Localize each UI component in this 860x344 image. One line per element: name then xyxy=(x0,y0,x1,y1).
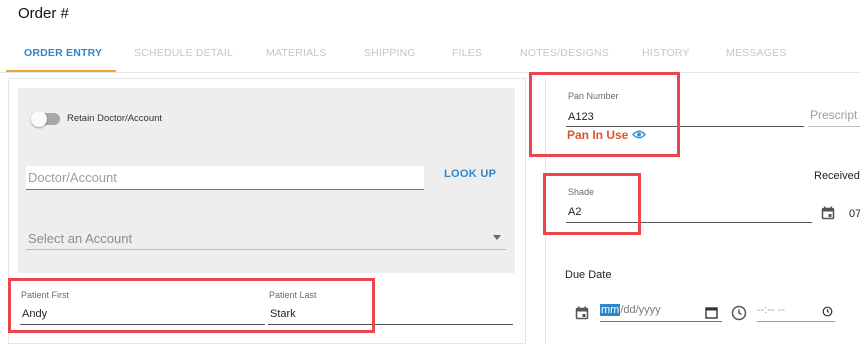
patient-name-highlight-box xyxy=(8,278,375,333)
pan-number-highlight-box xyxy=(529,72,680,157)
tab-bar: ORDER ENTRY SCHEDULE DETAIL MATERIALS SH… xyxy=(0,44,860,74)
tab-divider xyxy=(0,72,860,73)
doctor-account-input[interactable]: Doctor/Account xyxy=(26,166,424,190)
calendar-icon[interactable] xyxy=(821,206,835,220)
due-date-calendar-icon[interactable] xyxy=(575,306,589,320)
tab-history[interactable]: HISTORY xyxy=(642,44,690,74)
due-date-label: Due Date xyxy=(565,269,612,281)
tab-files[interactable]: FILES xyxy=(452,44,482,74)
received-date-input[interactable]: 07 xyxy=(849,208,860,220)
due-date-month-segment[interactable]: mm xyxy=(600,304,621,316)
clock-icon[interactable] xyxy=(731,305,747,321)
prescription-field[interactable]: Prescript xyxy=(810,108,857,122)
shade-highlight-box xyxy=(543,173,641,235)
date-picker-icon[interactable] xyxy=(705,306,718,319)
time-picker-icon[interactable] xyxy=(822,306,833,317)
tab-materials[interactable]: MATERIALS xyxy=(266,44,327,74)
tab-schedule-detail[interactable]: SCHEDULE DETAIL xyxy=(134,44,233,74)
active-tab-indicator xyxy=(6,70,116,72)
prescription-underline xyxy=(808,126,860,127)
tab-notes-designs[interactable]: NOTES/DESIGNS xyxy=(520,44,609,74)
tab-messages[interactable]: MESSAGES xyxy=(726,44,787,74)
retain-toggle-knob[interactable] xyxy=(31,111,47,127)
lookup-button[interactable]: LOOK UP xyxy=(444,168,496,180)
retain-toggle-label: Retain Doctor/Account xyxy=(67,113,163,124)
due-date-rest-segment[interactable]: /dd/yyyy xyxy=(620,304,660,316)
received-label: Received xyxy=(814,170,860,182)
due-date-input[interactable]: mm/dd/yyyy xyxy=(600,304,722,322)
account-select[interactable]: Select an Account xyxy=(26,228,506,250)
tab-shipping[interactable]: SHIPPING xyxy=(364,44,416,74)
page-title: Order # xyxy=(18,5,69,22)
chevron-down-icon[interactable] xyxy=(493,235,501,240)
